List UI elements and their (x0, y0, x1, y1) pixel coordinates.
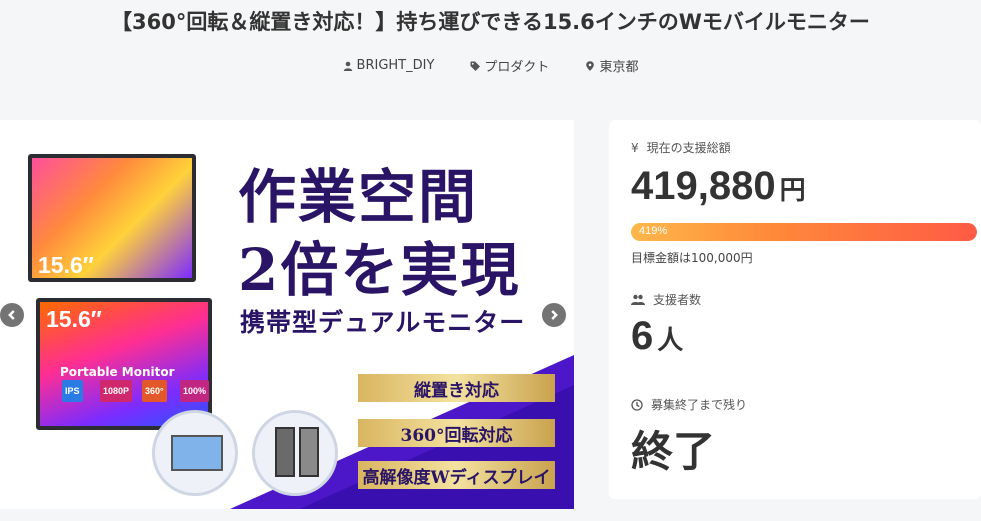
feature-photo-portrait (252, 410, 338, 496)
feature-photo-rotate (152, 410, 238, 496)
backers-label: 支援者数 (653, 293, 702, 307)
feature-band-portrait: 縦置き対応 (358, 374, 555, 402)
remaining-label-row: 募集終了まで残り (631, 396, 747, 413)
yen-icon: ¥ (631, 140, 639, 155)
raised-label: 現在の支援総額 (646, 141, 731, 155)
page-title: 【360°回転＆縦置き対応！】持ち運びできる15.6インチのWモバイルモニター (111, 10, 870, 34)
chevron-right-icon (551, 310, 558, 320)
category-name: プロダクト (484, 60, 550, 75)
spec-badge-ips: IPS (62, 380, 83, 402)
carousel-prev-button[interactable] (0, 303, 24, 327)
raised-amount-row: 419,880 円 (631, 164, 806, 209)
backers-row: 6人 (631, 314, 683, 359)
user-icon (343, 61, 352, 71)
author-name: BRIGHT_DIY (356, 58, 435, 73)
funding-panel: ¥ 現在の支援総額 419,880 円 419% 目標金額は100,000円 支援… (609, 120, 981, 499)
chevron-left-icon (8, 310, 15, 320)
backers-unit: 人 (657, 325, 684, 355)
hero-subheadline: 携帯型デュアルモニター (240, 308, 526, 337)
progress-fill (631, 223, 977, 241)
spec-badge-srgb: 100% (180, 380, 210, 402)
funding-progress-bar: 419% (631, 223, 977, 241)
remaining-value: 終了 (631, 427, 716, 476)
carousel-next-button[interactable] (542, 303, 566, 327)
size-label-bottom: 15.6″ (46, 306, 102, 332)
size-label-top: 15.6″ (38, 252, 94, 278)
project-meta: BRIGHT_DIY プロダクト 東京都 (0, 56, 981, 75)
remaining-label: 募集終了まで残り (651, 398, 748, 412)
raised-amount: 419,880 (631, 164, 776, 208)
location-link[interactable]: 東京都 (585, 56, 638, 75)
monitor-caption: Portable Monitor (60, 365, 175, 379)
feature-band-rotation: 360°回転対応 (358, 419, 555, 447)
spec-badge-rotation: 360° (142, 380, 167, 402)
feature-band-resolution: 高解像度Wディスプレイ (358, 461, 555, 489)
backers-label-row: 支援者数 (631, 291, 701, 308)
hero-carousel[interactable]: 15.6″ 15.6″ Portable Monitor IPS 1080P 3… (0, 120, 574, 509)
hero-headline-2: 2倍を実現 (238, 236, 521, 304)
progress-percent: 419% (639, 225, 668, 237)
hero-headline-1: 作業空間 (238, 163, 479, 231)
goal-amount: 目標金額は100,000円 (631, 251, 753, 265)
backers-count: 6 (631, 314, 654, 358)
author-link[interactable]: BRIGHT_DIY (343, 56, 435, 75)
spec-badge-resolution: 1080P (100, 380, 133, 402)
users-icon (631, 294, 645, 305)
location-name: 東京都 (599, 60, 639, 75)
category-link[interactable]: プロダクト (470, 56, 549, 75)
tag-icon (470, 61, 481, 71)
raised-label-row: ¥ 現在の支援総額 (631, 139, 731, 156)
clock-icon (631, 398, 643, 411)
map-pin-icon (586, 60, 595, 71)
raised-unit: 円 (779, 175, 806, 205)
